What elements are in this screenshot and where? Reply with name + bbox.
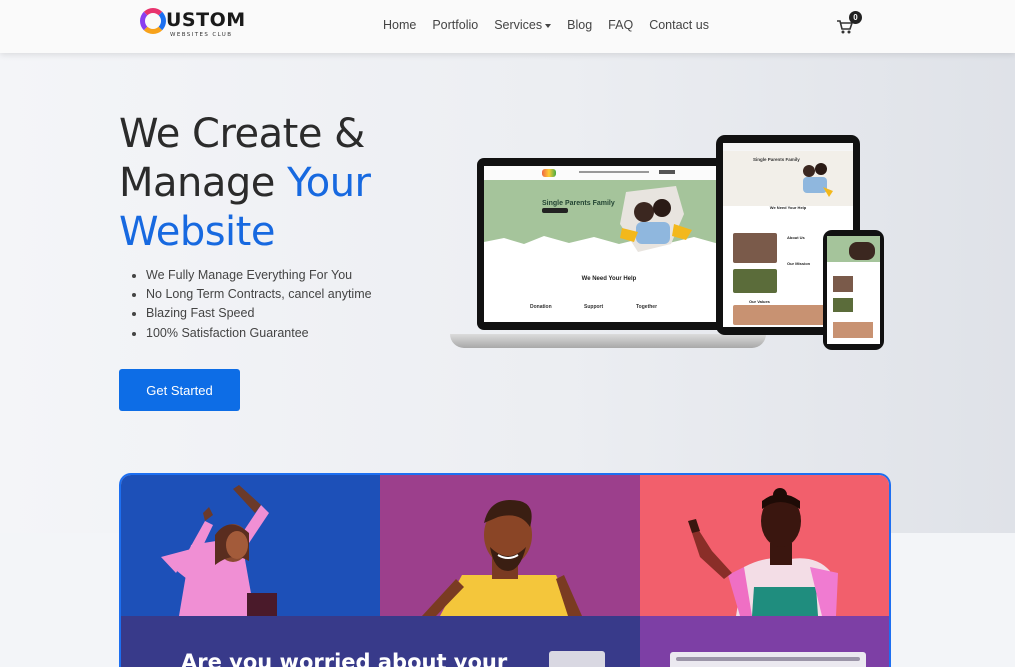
browser-toolbar [676, 657, 860, 661]
illustration-panel-coral [640, 475, 889, 616]
hero-title-line2b: Your [287, 160, 371, 206]
site-logo[interactable]: USTOM WEBSITES CLUB [140, 8, 250, 42]
nav-item-services-label: Services [494, 18, 543, 32]
mock-site-header [484, 166, 734, 181]
mock-menu [579, 171, 649, 173]
navbar: USTOM WEBSITES CLUB Home Portfolio Servi… [0, 0, 1015, 53]
mock-logo-icon [542, 169, 556, 177]
dancing-woman-illustration [161, 485, 277, 616]
cart-count-badge: 0 [849, 11, 862, 24]
phone-photo-c [833, 298, 853, 312]
waving-man-illustration [688, 488, 838, 616]
smiling-man-illustration [422, 499, 582, 616]
chevron-down-icon [545, 23, 552, 28]
tablet-mock-title: Single Parents Family [753, 157, 800, 162]
logo-c-icon [140, 8, 166, 34]
browser-window-preview [670, 652, 866, 667]
nav-item-services[interactable]: Services [494, 18, 552, 32]
mock-family-photo [620, 186, 692, 252]
phone-photo-b [833, 276, 853, 292]
hero-title-line3: Website [119, 209, 275, 255]
worried-headline: Are you worried about your [181, 650, 508, 667]
hero-benefits-list: We Fully Manage Everything For You No Lo… [130, 266, 372, 343]
screen-preview-band [640, 616, 889, 667]
benefit-item: Blazing Fast Speed [146, 304, 372, 323]
laptop-base [450, 334, 766, 348]
mock-donate-button [542, 208, 568, 213]
benefit-item: We Fully Manage Everything For You [146, 266, 372, 285]
tablet-mock-mission: Our Mission [787, 261, 811, 266]
phone-photo-a [849, 242, 875, 260]
hero-title: We Create & Manage Your Website [119, 110, 371, 257]
tablet-mock-heading: We Need Your Help [769, 205, 807, 210]
mock-section-heading: We Need Your Help [581, 276, 637, 282]
tablet-photo-b [733, 269, 777, 293]
mock-col-support: Support [584, 304, 604, 310]
illustration-panel-purple [380, 475, 640, 616]
logo-subtitle: WEBSITES CLUB [170, 32, 233, 38]
phone-photo-d [833, 322, 873, 338]
tablet-mock-about: About Us [787, 235, 805, 240]
mock-hero-band [484, 180, 734, 252]
hero-title-line1: We Create & [119, 111, 365, 157]
benefit-item: No Long Term Contracts, cancel anytime [146, 285, 372, 304]
tablet-mock-header [723, 143, 853, 151]
mock-col-donation: Donation [530, 304, 552, 310]
logo-wordmark: USTOM [166, 9, 246, 31]
get-started-button[interactable]: Get Started [119, 369, 240, 411]
benefit-item: 100% Satisfaction Guarantee [146, 324, 372, 343]
nav-item-contact[interactable]: Contact us [649, 18, 709, 32]
torn-paper-edge [484, 236, 734, 250]
nav-item-blog[interactable]: Blog [567, 18, 592, 32]
mini-window-preview [549, 651, 605, 667]
nav-item-portfolio[interactable]: Portfolio [432, 18, 478, 32]
main-menu: Home Portfolio Services Blog FAQ Contact… [383, 18, 709, 32]
phone-mockup [823, 230, 884, 350]
tablet-photo-a [733, 233, 777, 263]
mock-social-icons [659, 170, 675, 174]
mock-hero-title: Single Parents Family [542, 200, 615, 207]
phone-screen-content [827, 236, 880, 344]
mock-col-together: Together [636, 304, 658, 310]
testimonial-illustration-card: Are you worried about your [119, 473, 891, 667]
laptop-mockup: Single Parents Family We Need Your Help … [477, 158, 741, 330]
nav-item-home[interactable]: Home [383, 18, 416, 32]
hero-title-line2a: Manage [119, 160, 288, 206]
laptop-screen-content: Single Parents Family We Need Your Help … [484, 166, 734, 322]
tablet-family-photo [803, 163, 833, 197]
nav-item-faq[interactable]: FAQ [608, 18, 633, 32]
illustration-panel-blue [121, 475, 380, 616]
tablet-mock-values: Our Values [749, 299, 770, 304]
